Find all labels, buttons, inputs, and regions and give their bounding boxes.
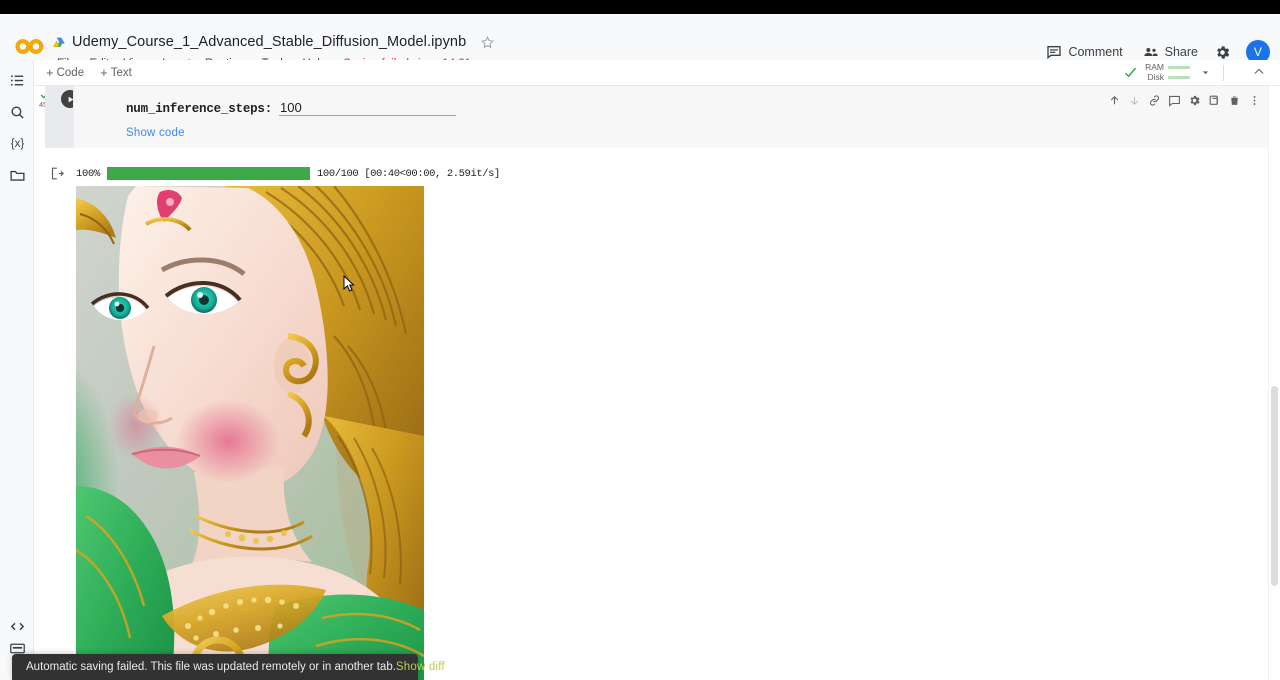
app-header: Udemy_Course_1_Advanced_Stable_Diffusion… <box>0 14 1280 60</box>
add-code-label: Code <box>57 67 85 79</box>
add-text-label: Text <box>111 67 132 79</box>
plus-icon: + <box>46 66 54 79</box>
notebook-canvas: 45s num_inference_steps: Show code <box>34 86 1280 680</box>
colab-app: Udemy_Course_1_Advanced_Stable_Diffusion… <box>0 0 1280 680</box>
move-cell-up-button[interactable] <box>1105 91 1124 110</box>
show-diff-button[interactable]: Show diff <box>396 661 445 673</box>
sidebar-item-files[interactable] <box>9 167 26 184</box>
generated-image <box>76 186 424 680</box>
browser-chrome-strip <box>0 0 1280 14</box>
variables-icon: {x} <box>11 138 24 150</box>
more-cell-actions-button[interactable] <box>1245 91 1264 110</box>
sidebar-item-variables[interactable]: {x} <box>9 135 26 152</box>
disk-bar <box>1168 76 1190 79</box>
code-cell: 45s num_inference_steps: Show code <box>34 86 1280 156</box>
plus-icon: + <box>100 66 108 79</box>
star-icon[interactable] <box>480 35 495 50</box>
num-inference-steps-input[interactable] <box>279 100 456 116</box>
green-check-icon <box>1123 65 1138 80</box>
resource-meter[interactable]: RAM Disk <box>1123 63 1230 82</box>
ram-label: RAM <box>1143 63 1164 72</box>
toolbar-divider <box>1223 65 1224 81</box>
saving-failed-toast: Automatic saving failed. This file was u… <box>12 654 418 680</box>
sidebar-item-code-snippets[interactable] <box>9 618 26 635</box>
resource-labels: RAM Disk <box>1143 63 1190 82</box>
show-code-link[interactable]: Show code <box>126 127 185 139</box>
code-cell-body[interactable]: num_inference_steps: Show code <box>73 86 1280 148</box>
add-cell-buttons: + Code + Text <box>40 64 138 81</box>
ram-meter: RAM <box>1143 63 1190 72</box>
progress-status: 100/100 [00:40<00:00, 2.59it/s] <box>317 168 500 180</box>
cell-run-gutter <box>45 86 73 148</box>
sidebar-item-table-of-contents[interactable] <box>9 72 26 89</box>
cell-toolbar <box>1105 91 1264 110</box>
notebook-title-row[interactable]: Udemy_Course_1_Advanced_Stable_Diffusion… <box>52 34 495 50</box>
progress-indicator: 100% 100/100 [00:40<00:00, 2.59it/s] <box>76 167 500 180</box>
cell-settings-button[interactable] <box>1185 91 1204 110</box>
copy-cell-button[interactable] <box>1205 91 1224 110</box>
output-arrow-icon <box>50 166 65 181</box>
notebook-toolbar: + Code + Text RAM Disk <box>0 60 1280 86</box>
form-label: num_inference_steps: <box>126 102 272 116</box>
share-label: Share <box>1165 45 1198 59</box>
add-code-cell-button[interactable]: + Code <box>40 64 90 81</box>
progress-percent: 100% <box>76 168 100 180</box>
notebook-title[interactable]: Udemy_Course_1_Advanced_Stable_Diffusion… <box>72 34 466 50</box>
comment-icon <box>1046 44 1062 60</box>
chevron-up-icon[interactable] <box>1252 65 1266 79</box>
disk-label: Disk <box>1143 73 1164 82</box>
people-icon <box>1143 44 1159 60</box>
disk-meter: Disk <box>1143 73 1190 82</box>
move-cell-down-button[interactable] <box>1125 91 1144 110</box>
comment-label: Comment <box>1068 45 1122 59</box>
add-text-cell-button[interactable]: + Text <box>94 64 138 81</box>
activity-sidebar: {x} <box>0 60 34 680</box>
progress-bar-track <box>107 167 310 180</box>
add-comment-button[interactable] <box>1165 91 1184 110</box>
scrollbar-thumb[interactable] <box>1271 386 1278 586</box>
colab-logo[interactable] <box>14 36 46 56</box>
form-field-num-inference-steps: num_inference_steps: <box>126 100 456 116</box>
link-to-cell-button[interactable] <box>1145 91 1164 110</box>
vertical-scrollbar[interactable] <box>1268 86 1280 680</box>
ram-bar <box>1168 66 1190 69</box>
drive-icon <box>52 36 66 49</box>
gear-icon <box>1214 44 1230 60</box>
delete-cell-button[interactable] <box>1225 91 1244 110</box>
toast-message: Automatic saving failed. This file was u… <box>26 661 396 673</box>
chevron-down-icon[interactable] <box>1199 66 1212 79</box>
sidebar-item-find-and-replace[interactable] <box>9 104 26 121</box>
progress-bar-fill <box>107 167 310 180</box>
